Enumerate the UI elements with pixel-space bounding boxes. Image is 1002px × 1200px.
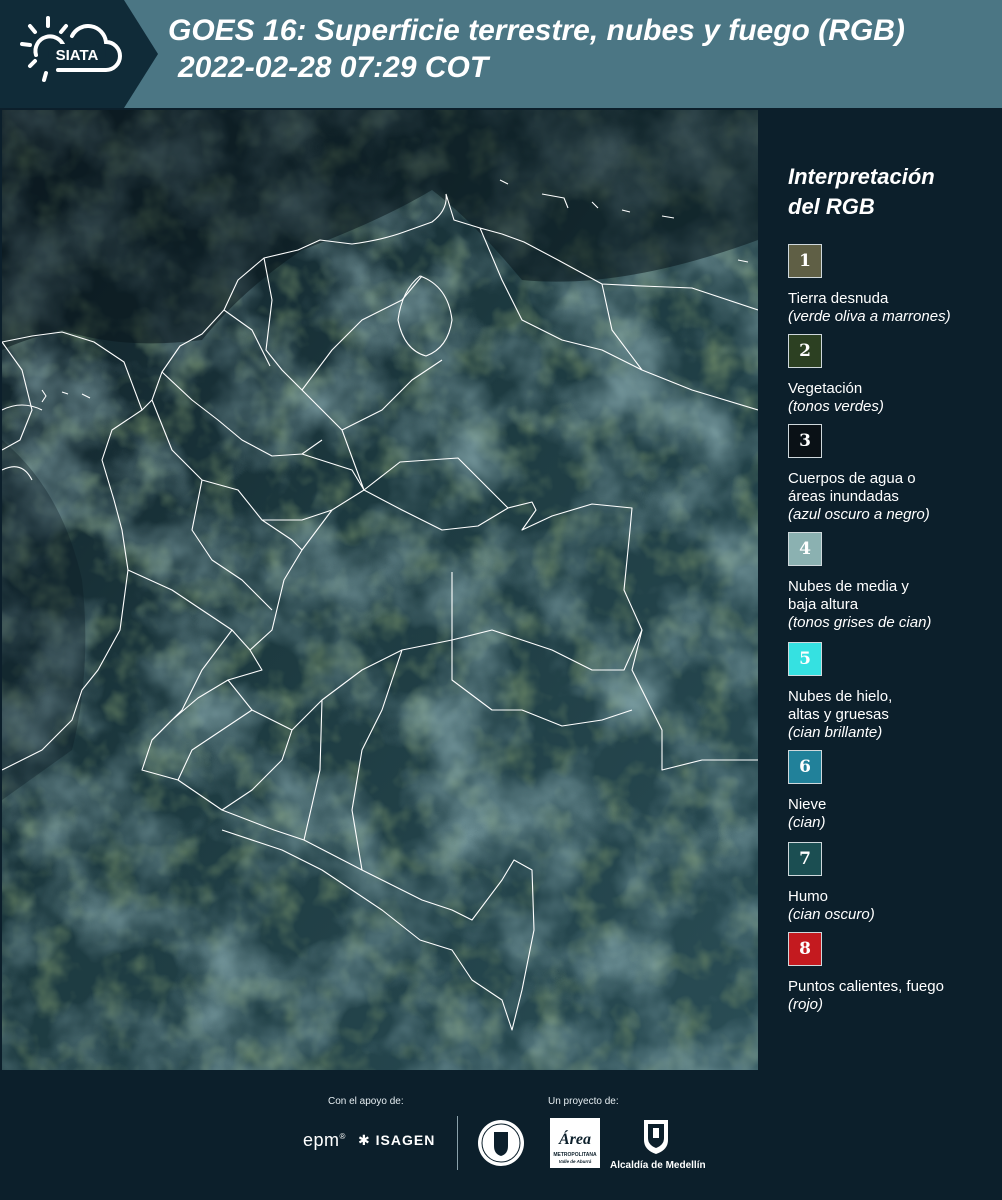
legend-item-5: 5 Nubes de hielo, altas y gruesas (cian … bbox=[788, 642, 998, 742]
page-title: GOES 16: Superficie terrestre, nubes y f… bbox=[168, 12, 998, 86]
legend-item-6: 6 Nieve (cian) bbox=[788, 750, 998, 832]
legend-sub-6: (cian) bbox=[788, 814, 826, 831]
satellite-map[interactable] bbox=[2, 110, 758, 1070]
legend-item-8: 8 Puntos calientes, fuego (rojo) bbox=[788, 932, 998, 1014]
alcaldia-shield-icon bbox=[640, 1116, 672, 1156]
legend-label-6: Nieve bbox=[788, 796, 827, 813]
seal-logo[interactable] bbox=[476, 1118, 526, 1168]
footer-divider bbox=[457, 1116, 458, 1170]
legend-swatch-6: 6 bbox=[788, 750, 822, 784]
isagen-icon: ✱ bbox=[358, 1132, 371, 1148]
legend-label-4: Nubes de media y baja altura bbox=[788, 578, 909, 613]
area-metropolitana-logo[interactable]: Área METROPOLITANA Valle de Aburrá bbox=[550, 1118, 600, 1168]
svg-text:Valle de Aburrá: Valle de Aburrá bbox=[559, 1159, 592, 1164]
legend-sub-5: (cian brillante) bbox=[788, 724, 883, 741]
isagen-logo[interactable]: ✱ ISAGEN bbox=[358, 1132, 435, 1149]
legend-sub-7: (cian oscuro) bbox=[788, 906, 875, 923]
legend-label-8: Puntos calientes, fuego bbox=[788, 978, 944, 995]
legend-swatch-7: 7 bbox=[788, 842, 822, 876]
footer: Con el apoyo de: Un proyecto de: epm® ✱ … bbox=[0, 1072, 1002, 1200]
support-caption: Con el apoyo de: bbox=[328, 1096, 404, 1107]
legend-sub-2: (tonos verdes) bbox=[788, 398, 884, 415]
siata-logo[interactable]: SIATA bbox=[0, 0, 160, 108]
legend-label-5: Nubes de hielo, altas y gruesas bbox=[788, 688, 893, 723]
legend-item-2: 2 Vegetación (tonos verdes) bbox=[788, 334, 998, 416]
legend-sub-4: (tonos grises de cian) bbox=[788, 614, 932, 631]
legend-label-3: Cuerpos de agua o áreas inundadas bbox=[788, 470, 916, 505]
svg-text:METROPOLITANA: METROPOLITANA bbox=[553, 1152, 597, 1158]
legend-sub-1: (verde oliva a marrones) bbox=[788, 308, 951, 325]
legend-title: Interpretación del RGB bbox=[788, 164, 935, 219]
legend-sub-8: (rojo) bbox=[788, 996, 824, 1013]
legend-swatch-5: 5 bbox=[788, 642, 822, 676]
legend-item-7: 7 Humo (cian oscuro) bbox=[788, 842, 998, 924]
legend-label-2: Vegetación bbox=[788, 380, 863, 397]
legend-swatch-3: 3 bbox=[788, 424, 822, 458]
legend-label-7: Humo bbox=[788, 888, 829, 905]
siata-logo-text: SIATA bbox=[56, 47, 99, 64]
legend-swatch-1: 1 bbox=[788, 244, 822, 278]
project-caption: Un proyecto de: bbox=[548, 1096, 619, 1107]
svg-text:Área: Área bbox=[558, 1129, 591, 1148]
epm-logo[interactable]: epm® bbox=[303, 1130, 346, 1151]
legend-panel: Interpretación del RGB 1 Tierra desnuda … bbox=[762, 110, 1002, 1070]
legend-item-1: 1 Tierra desnuda (verde oliva a marrones… bbox=[788, 244, 998, 326]
alcaldia-logo[interactable]: Alcaldía de Medellín bbox=[610, 1160, 706, 1171]
legend-swatch-2: 2 bbox=[788, 334, 822, 368]
legend-sub-3: (azul oscuro a negro) bbox=[788, 506, 930, 523]
title-line-2: 2022-02-28 07:29 COT bbox=[178, 51, 489, 84]
header-bar: SIATA GOES 16: Superficie terrestre, nub… bbox=[0, 0, 1002, 108]
legend-item-4: 4 Nubes de media y baja altura (tonos gr… bbox=[788, 532, 998, 632]
legend-swatch-8: 8 bbox=[788, 932, 822, 966]
title-line-1: GOES 16: Superficie terrestre, nubes y f… bbox=[168, 14, 905, 47]
legend-swatch-4: 4 bbox=[788, 532, 822, 566]
legend-item-3: 3 Cuerpos de agua o áreas inundadas (azu… bbox=[788, 424, 998, 524]
legend-label-1: Tierra desnuda bbox=[788, 290, 889, 307]
